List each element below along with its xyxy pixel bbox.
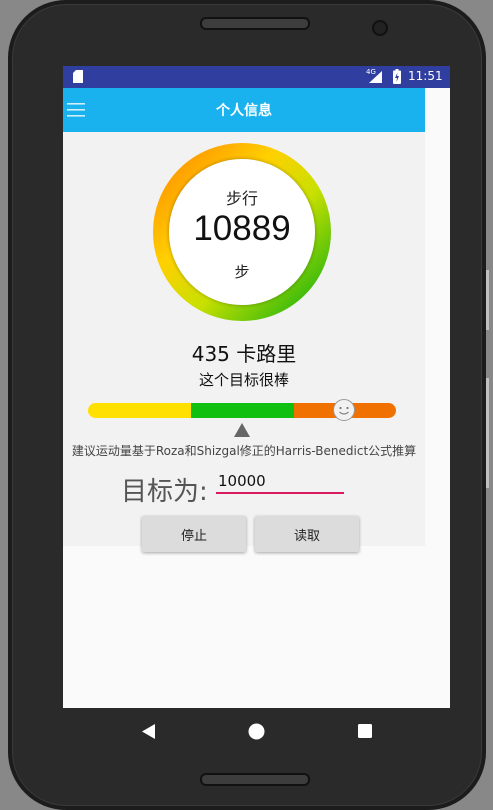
back-icon[interactable] (142, 724, 156, 739)
steps-label: 步行 (225, 189, 258, 208)
clock: 11:51 (408, 69, 443, 83)
triangle-up-icon (234, 423, 250, 437)
bottom-speaker (200, 773, 310, 786)
signal-icon (369, 71, 382, 83)
main-content: 步行 10889 步 435 卡路里 这个目标很棒 建议运动量基于Roza和Sh… (63, 132, 425, 552)
screen: 4G 11:51 个人信息 步行 10889 步 435 卡路里 这个目标很棒 … (63, 66, 450, 708)
rating-bar (88, 399, 396, 421)
navigation-bar (8, 708, 486, 756)
sim-card-icon (73, 70, 83, 83)
home-icon[interactable] (248, 723, 265, 740)
volume-button[interactable] (486, 270, 489, 330)
goal-input[interactable] (216, 470, 344, 494)
steps-unit: 步 (234, 263, 250, 281)
step-count: 10889 (193, 209, 291, 248)
earpiece-speaker (200, 17, 310, 30)
power-button[interactable] (486, 378, 489, 488)
app-bar-edge (425, 88, 450, 132)
app-bar: 个人信息 (63, 88, 425, 132)
page-title: 个人信息 (216, 103, 272, 119)
rating-text: 这个目标很棒 (198, 371, 289, 389)
calories-text: 435 卡路里 (191, 342, 297, 366)
recents-icon[interactable] (358, 724, 372, 738)
front-camera (372, 20, 388, 36)
smiley-face-icon (333, 399, 355, 421)
goal-label: 目标为: (121, 477, 208, 507)
read-button[interactable]: 读取 (255, 516, 359, 552)
status-bar: 4G 11:51 (63, 66, 450, 88)
rating-segment-yellow (88, 403, 191, 418)
battery-charging-icon (393, 69, 401, 84)
formula-note: 建议运动量基于Roza和Shizgal修正的Harris-Benedict公式推… (71, 444, 417, 458)
stop-button[interactable]: 停止 (142, 516, 246, 552)
rating-segment-green (191, 403, 294, 418)
